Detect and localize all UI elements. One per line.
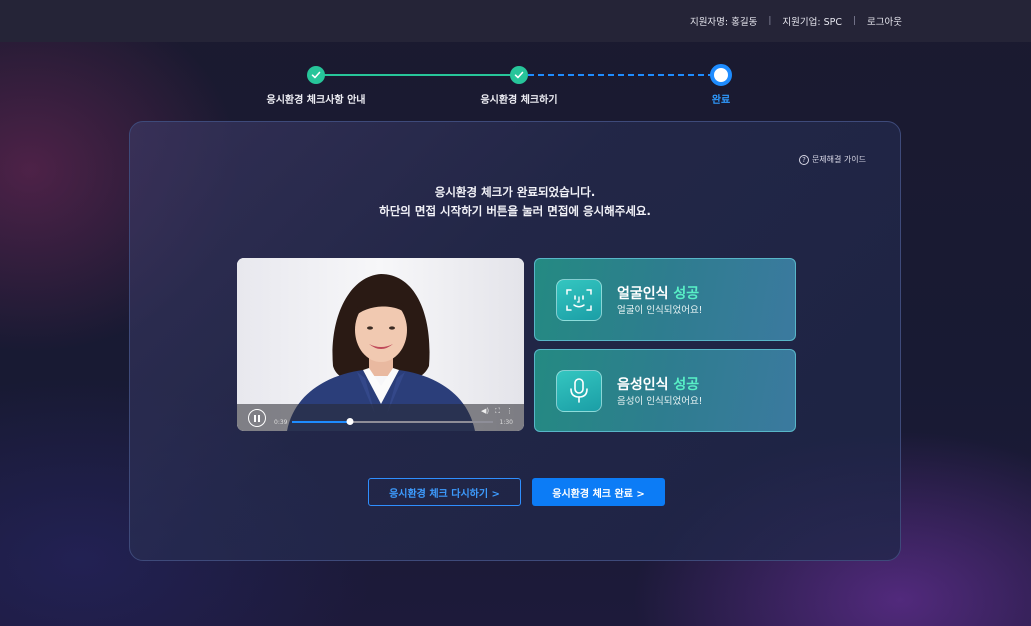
step-connector-complete [324,74,520,76]
logout-link[interactable]: 로그아웃 [867,14,902,28]
step-2-check-icon [510,66,528,84]
face-recognition-label: 얼굴인식 [617,286,669,302]
message-line-1: 응시환경 체크가 완료되었습니다. [434,185,596,199]
step-connector-pending [528,74,714,76]
retry-check-button[interactable]: 응시환경 체크 다시하기 > [368,478,521,506]
current-time: 0:39 [274,419,288,426]
video-controls: 0:39 1:30 ◀) ⛶ ⋮ [237,404,524,431]
face-recognition-card: 얼굴인식 성공 얼굴이 인식되었어요! [534,258,796,341]
result-panel: ? 문제해결 가이드 응시환경 체크가 완료되었습니다. 하단의 면접 시작하기… [129,121,901,561]
step-1-check-icon [307,66,325,84]
applicant-name: 지원자명: 홍길동 [689,17,758,28]
step-3-current-icon [710,64,732,86]
pause-icon [254,414,256,422]
face-recognition-subtitle: 얼굴이 인식되었어요! [617,305,703,316]
help-icon: ? [798,154,809,165]
face-recognition-title: 얼굴인식 성공 [617,283,699,303]
duration: 1:30 [499,419,513,426]
message-line-2: 하단의 면접 시작하기 버튼을 눌러 면접에 응시해주세요. [379,204,651,218]
fullscreen-icon[interactable]: ⛶ [495,407,500,416]
seek-handle[interactable] [346,418,354,425]
step-1-label: 응시환경 체크사항 안내 [266,95,366,106]
seek-bar[interactable] [292,418,493,425]
voice-recognition-subtitle: 음성이 인식되었어요! [617,396,703,407]
divider: | [768,16,772,26]
complete-check-button[interactable]: 응시환경 체크 완료 > [532,478,665,506]
completion-message: 응시환경 체크가 완료되었습니다. 하단의 면접 시작하기 버튼을 눌러 면접에… [130,183,900,221]
step-2-label: 응시환경 체크하기 [480,95,558,106]
voice-recognition-label: 음성인식 [617,377,669,393]
guide-label: 문제해결 가이드 [811,155,866,164]
divider: | [852,16,857,26]
troubleshooting-guide-link[interactable]: ? 문제해결 가이드 [798,154,866,165]
volume-icon[interactable]: ◀) [481,407,489,416]
step-3-label: 완료 [711,95,731,106]
voice-recognition-title: 음성인식 성공 [617,374,699,394]
face-recognition-icon [556,279,602,321]
face-recognition-result: 성공 [673,286,700,302]
seek-progress [292,421,351,423]
progress-stepper: 응시환경 체크사항 안내 응시환경 체크하기 완료 [0,62,1031,112]
pause-icon [258,414,260,422]
voice-recognition-result: 성공 [673,377,700,393]
video-player[interactable]: 0:39 1:30 ◀) ⛶ ⋮ [237,258,524,431]
microphone-icon [556,370,602,412]
company-name: 지원기업: SPC [782,17,842,28]
voice-recognition-card: 음성인식 성공 음성이 인식되었어요! [534,349,796,432]
top-bar: 지원자명: 홍길동 | 지원기업: SPC | 로그아웃 [0,0,1031,42]
video-extra-controls: ◀) ⛶ ⋮ [481,407,513,416]
more-options-icon[interactable]: ⋮ [506,407,513,416]
pause-button[interactable] [248,409,266,427]
